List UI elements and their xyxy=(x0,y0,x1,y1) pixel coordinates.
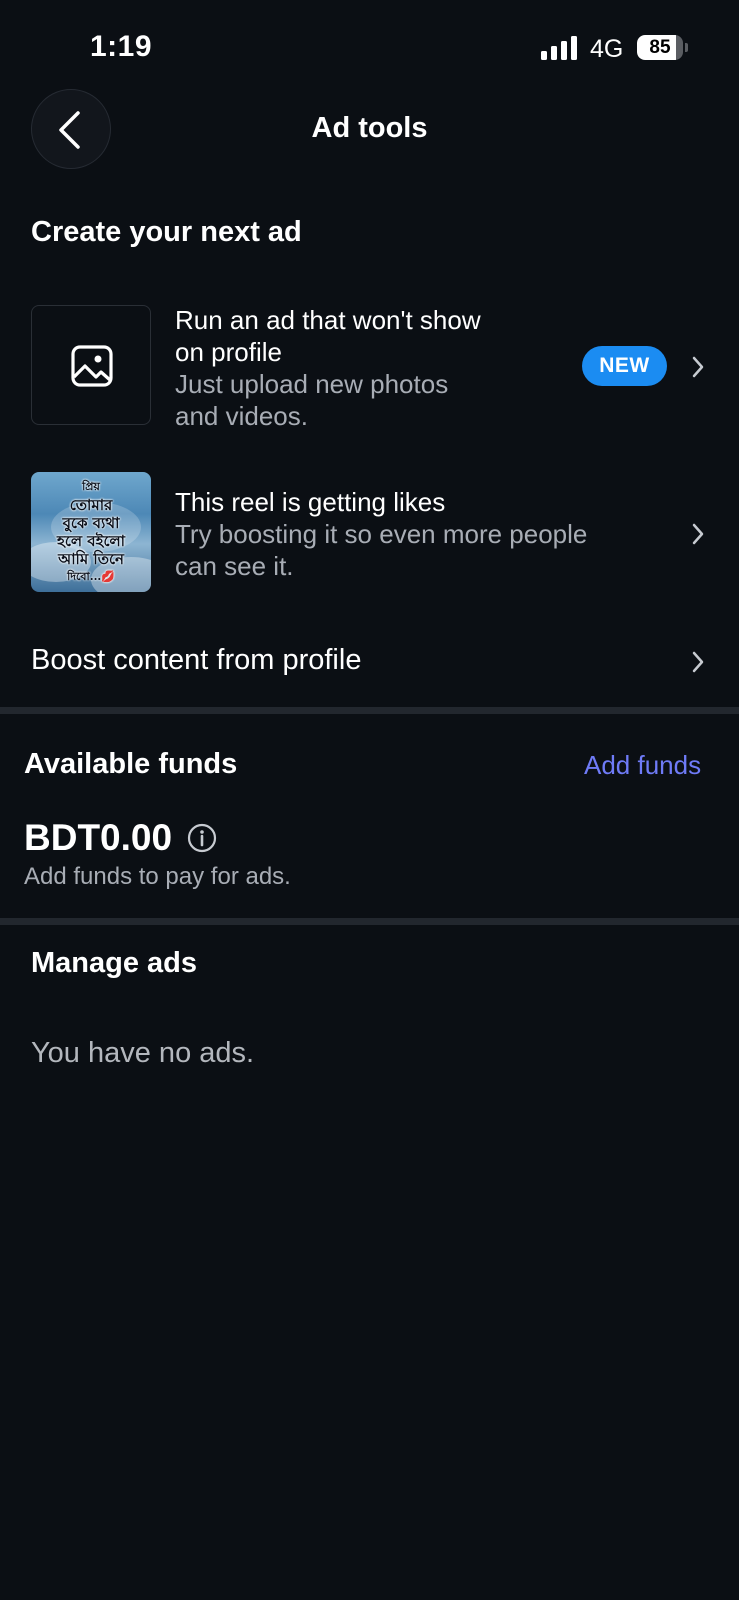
boost-content-from-profile-row[interactable]: Boost content from profile xyxy=(0,624,739,700)
status-bar: 1:19 4G 85 xyxy=(0,0,739,96)
funds-hint: Add funds to pay for ads. xyxy=(24,863,291,890)
row-subtitle-line-1: Try boosting it so even more people xyxy=(175,519,588,549)
cellular-signal-icon xyxy=(541,36,577,60)
reel-thumbnail: প্রিয় তোমার বুকে ব্যথা হলে বইলো আমি তিন… xyxy=(31,472,151,592)
row-subtitle-line-2: and videos. xyxy=(175,401,308,431)
boost-reel-row[interactable]: প্রিয় তোমার বুকে ব্যথা হলে বইলো আমি তিন… xyxy=(0,472,739,598)
status-time: 1:19 xyxy=(90,30,153,63)
section-divider xyxy=(0,707,739,714)
image-icon xyxy=(71,345,113,387)
row-title: Run an ad that won't show on profile xyxy=(175,304,481,368)
page-title: Ad tools xyxy=(311,112,428,144)
funds-amount: BDT0.00 xyxy=(24,817,173,858)
reel-thumbnail-text: প্রিয় তোমার বুকে ব্যথা হলে বইলো আমি তিন… xyxy=(56,480,125,583)
available-funds-title: Available funds xyxy=(24,748,238,780)
chevron-right-icon xyxy=(692,356,704,378)
network-type: 4G xyxy=(590,35,624,63)
add-funds-link[interactable]: Add funds xyxy=(584,750,701,781)
info-icon[interactable] xyxy=(187,823,217,853)
row-title: This reel is getting likes xyxy=(175,487,446,517)
battery-level: 85 xyxy=(649,37,671,58)
boost-content-label: Boost content from profile xyxy=(31,644,362,676)
battery-icon: 85 xyxy=(637,35,689,62)
image-placeholder xyxy=(31,305,151,425)
create-section-heading: Create your next ad xyxy=(31,216,302,248)
row-subtitle-line-1: Just upload new photos xyxy=(175,369,449,399)
chevron-right-icon xyxy=(692,651,704,673)
run-ad-not-on-profile-row[interactable]: Run an ad that won't show on profile Jus… xyxy=(0,300,739,432)
new-badge: NEW xyxy=(582,346,667,386)
empty-ads-message: You have no ads. xyxy=(31,1037,255,1069)
section-divider xyxy=(0,918,739,925)
row-title-line-1: Run an ad that won't show xyxy=(175,305,481,335)
row-subtitle-line-2: can see it. xyxy=(175,551,294,581)
row-subtitle: Just upload new photos and videos. xyxy=(175,368,448,432)
row-title-line-2: on profile xyxy=(175,337,282,367)
manage-ads-title: Manage ads xyxy=(31,947,197,979)
row-subtitle: Try boosting it so even more people can … xyxy=(175,518,587,582)
chevron-right-icon xyxy=(692,523,704,545)
